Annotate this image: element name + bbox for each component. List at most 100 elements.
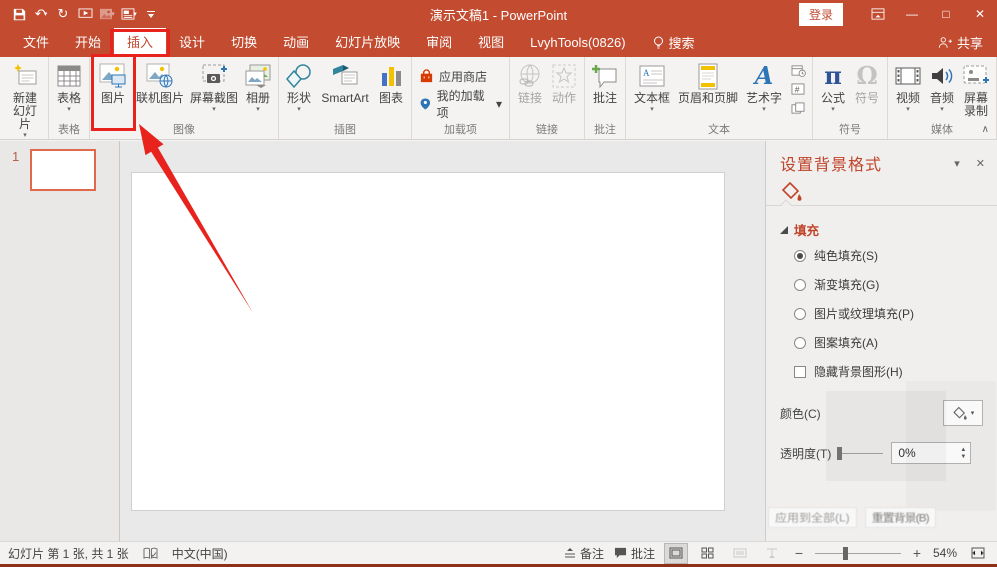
tab-view[interactable]: 视图 xyxy=(465,28,517,57)
transparency-spin-arrows[interactable]: ▲ ▼ xyxy=(956,447,970,460)
slide-canvas[interactable] xyxy=(131,172,725,511)
object-button[interactable] xyxy=(789,100,807,116)
radio-solid-fill[interactable] xyxy=(794,249,806,262)
tab-file[interactable]: 文件 xyxy=(10,28,62,57)
slideshow-view-button[interactable] xyxy=(761,544,783,563)
header-footer-button[interactable]: 页眉和页脚 xyxy=(675,59,741,107)
slide-number-button[interactable]: # xyxy=(789,81,807,97)
chart-label: 图表 xyxy=(378,91,403,105)
share-button[interactable]: 共享 xyxy=(924,28,997,57)
ribbon-display-options-button[interactable] xyxy=(861,0,895,28)
tab-insert[interactable]: 插入 xyxy=(110,28,171,57)
fill-section-header[interactable]: 填充 xyxy=(780,220,997,239)
symbol-button[interactable]: Ω 符号 xyxy=(850,59,884,107)
apply-to-all-button[interactable]: 应用到全部(L) xyxy=(768,507,857,528)
close-button[interactable]: ✕ xyxy=(963,0,997,28)
my-addins-button[interactable]: 我的加载项 ▾ xyxy=(415,89,506,120)
screenshot-button[interactable]: 屏幕截图 ▾ xyxy=(187,59,241,115)
radio-pattern-fill[interactable] xyxy=(794,336,806,349)
notes-toggle-button[interactable]: 备注 xyxy=(564,545,604,562)
fit-slide-button[interactable] xyxy=(967,544,989,563)
zoom-slider-thumb[interactable] xyxy=(842,546,848,560)
tab-transitions[interactable]: 切换 xyxy=(218,28,270,57)
tell-me-search[interactable]: 搜索 xyxy=(653,28,695,57)
option-solid-fill[interactable]: 纯色填充(S) xyxy=(794,247,997,264)
hide-background-label[interactable]: 隐藏背景图形(H) xyxy=(814,363,903,380)
collapse-ribbon-button[interactable]: ∧ xyxy=(982,124,989,135)
transparency-value[interactable]: 0% xyxy=(892,446,956,460)
picture-button[interactable]: 图片 xyxy=(91,54,136,131)
undo-button[interactable]: ↶ ▾ xyxy=(32,4,50,24)
transparency-spinbox[interactable]: 0% ▲ ▼ xyxy=(891,442,972,464)
start-slideshow-button[interactable] xyxy=(76,4,94,24)
tab-review[interactable]: 审阅 xyxy=(413,28,465,57)
zoom-in-button[interactable]: + xyxy=(911,545,923,561)
screen-recording-button[interactable]: 屏幕录制 xyxy=(959,59,993,120)
hyperlink-button[interactable]: 链接 xyxy=(513,59,547,107)
tab-home[interactable]: 开始 xyxy=(62,28,114,57)
login-button[interactable]: 登录 xyxy=(798,2,843,26)
radio-picture-fill[interactable] xyxy=(794,307,806,320)
normal-view-icon xyxy=(669,547,683,559)
slideshow-view-icon xyxy=(766,548,777,558)
equation-button[interactable]: π 公式 ▾ xyxy=(816,59,850,115)
shapes-button[interactable]: 形状 ▾ xyxy=(282,59,316,115)
store-button[interactable]: 应用商店 xyxy=(415,65,506,88)
insert-picture-quick-button[interactable]: ▾ xyxy=(98,4,116,24)
gradient-fill-label[interactable]: 渐变填充(G) xyxy=(814,276,879,293)
spin-down-icon[interactable]: ▼ xyxy=(960,454,966,460)
zoom-level[interactable]: 54% xyxy=(933,546,957,560)
text-box-button[interactable]: A 文本框 ▾ xyxy=(629,59,675,115)
minimize-button[interactable]: — xyxy=(895,0,929,28)
option-gradient-fill[interactable]: 渐变填充(G) xyxy=(794,276,997,293)
redo-button[interactable]: ↻ xyxy=(54,4,72,24)
video-button[interactable]: 视频 ▾ xyxy=(891,59,925,115)
tab-slideshow[interactable]: 幻灯片放映 xyxy=(322,28,413,57)
tab-lvyhtools[interactable]: LvyhTools(0826) xyxy=(517,28,638,57)
zoom-out-button[interactable]: − xyxy=(793,545,805,561)
picture-fill-label[interactable]: 图片或纹理填充(P) xyxy=(814,305,914,322)
color-picker-button[interactable]: ▾ xyxy=(943,400,983,426)
slide-sorter-view-button[interactable] xyxy=(697,544,719,563)
slide-thumbnail[interactable] xyxy=(30,149,96,191)
save-button[interactable] xyxy=(10,4,28,24)
new-slide-button[interactable]: 新建幻灯片 ▾ xyxy=(5,59,45,141)
audio-button[interactable]: 音频 ▾ xyxy=(925,59,959,115)
normal-view-button[interactable] xyxy=(663,542,688,564)
reading-view-button[interactable] xyxy=(729,544,751,563)
spin-up-icon[interactable]: ▲ xyxy=(960,447,966,453)
maximize-button[interactable]: □ xyxy=(929,0,963,28)
date-time-button[interactable] xyxy=(789,62,807,78)
online-pictures-button[interactable]: 联机图片 xyxy=(133,59,187,107)
photo-album-button[interactable]: 相册 ▾ xyxy=(241,59,275,115)
reset-background-button[interactable]: 重置背景(B) xyxy=(864,507,936,528)
pattern-fill-label[interactable]: 图案填充(A) xyxy=(814,334,878,351)
action-button[interactable]: 动作 xyxy=(547,59,581,107)
spell-check-button[interactable] xyxy=(143,547,158,560)
radio-gradient-fill[interactable] xyxy=(794,278,806,291)
new-comment-button[interactable]: 批注 xyxy=(588,59,622,107)
zoom-slider[interactable] xyxy=(814,546,901,560)
table-button[interactable]: 表格 ▾ xyxy=(52,59,86,115)
language-status[interactable]: 中文(中国) xyxy=(172,545,228,562)
customize-qat-button[interactable] xyxy=(142,4,160,24)
comments-toggle-button[interactable]: 批注 xyxy=(614,545,655,562)
transparency-slider-thumb[interactable] xyxy=(837,446,843,460)
option-pattern-fill[interactable]: 图案填充(A) xyxy=(794,334,997,351)
layout-quick-button[interactable]: ▾ xyxy=(120,4,138,24)
checkbox-hide-background[interactable] xyxy=(794,365,806,378)
text-mini-buttons: # xyxy=(787,59,809,119)
wordart-button[interactable]: A 艺术字 ▾ xyxy=(741,59,787,115)
smartart-button[interactable]: SmartArt xyxy=(316,59,374,107)
pane-close-button[interactable]: ✕ xyxy=(976,157,985,170)
pane-menu-button[interactable]: ▾ xyxy=(954,157,960,170)
fill-bucket-icon[interactable] xyxy=(780,181,802,201)
chart-button[interactable]: 图表 xyxy=(374,59,408,107)
hyperlink-label: 链接 xyxy=(517,91,542,105)
option-picture-fill[interactable]: 图片或纹理填充(P) xyxy=(794,305,997,322)
transparency-slider[interactable] xyxy=(837,446,884,460)
tab-design[interactable]: 设计 xyxy=(166,28,218,57)
solid-fill-label[interactable]: 纯色填充(S) xyxy=(814,247,878,264)
option-hide-background[interactable]: 隐藏背景图形(H) xyxy=(794,363,997,380)
tab-animations[interactable]: 动画 xyxy=(270,28,322,57)
